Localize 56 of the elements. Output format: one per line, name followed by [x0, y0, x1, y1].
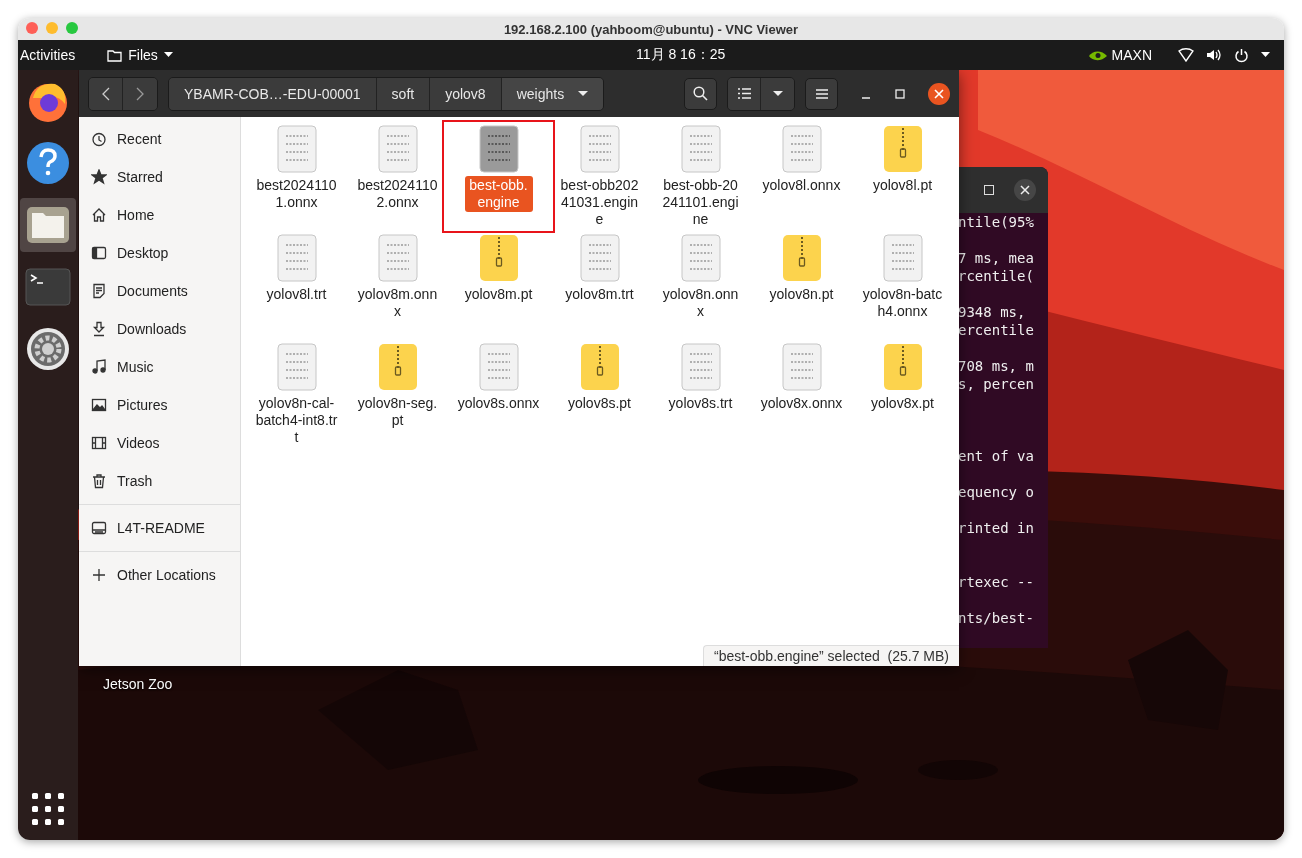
power-mode-indicator[interactable]: MAXN [1111, 47, 1152, 63]
path-segment[interactable]: soft [376, 77, 431, 110]
sidebar-item[interactable]: Home [79, 196, 240, 234]
file-name[interactable]: yolov8n.onnx [657, 285, 744, 321]
file-name[interactable]: yolov8m.onnx [354, 285, 441, 321]
path-segment[interactable]: yolov8 [430, 77, 502, 110]
sidebar-item[interactable]: Starred [79, 158, 240, 196]
path-segment[interactable]: YBAMR-COB…-EDU-00001 [169, 77, 377, 110]
terminal-line: 9348 ms, [958, 303, 1027, 321]
sidebar-item[interactable]: Documents [79, 272, 240, 310]
clock[interactable]: 11月 8 16：25 [636, 46, 726, 64]
sidebar-item[interactable]: Videos [79, 424, 240, 462]
file-name[interactable]: best20241102.onnx [354, 176, 441, 212]
terminal-line: ercentile [958, 321, 1035, 339]
file-name[interactable]: yolov8n-seg.pt [354, 394, 441, 430]
file-name[interactable]: yolov8n.pt [758, 285, 845, 304]
sidebar-item[interactable]: L4T-README [79, 509, 240, 547]
file-name[interactable]: yolov8x.pt [859, 394, 946, 413]
terminal-line: nts/best- [958, 609, 1035, 627]
terminal-line: 708 ms, m [958, 357, 1035, 375]
file-name[interactable]: yolov8m.trt [556, 285, 643, 304]
file-name[interactable]: best-obb-20241101.engine [657, 176, 744, 229]
file-name[interactable]: best20241101.onnx [253, 176, 340, 212]
terminal-line: rtexec -- [958, 573, 1035, 591]
sidebar-item[interactable]: Trash [79, 462, 240, 500]
terminal-line: rinted in [958, 519, 1035, 537]
file-name[interactable]: yolov8n-cal-batch4-int8.trt [253, 394, 340, 447]
terminal-line: rcentile( [958, 267, 1035, 285]
terminal-line: s, percen [958, 375, 1035, 393]
file-name[interactable]: yolov8s.onnx [455, 394, 542, 413]
desktop-icon-label[interactable]: Jetson Zoo [103, 676, 173, 692]
status-bar: “best-obb.engine” selected (25.7 MB) [703, 645, 959, 666]
file-name[interactable]: yolov8x.onnx [758, 394, 845, 413]
file-name[interactable]: yolov8m.pt [455, 285, 542, 304]
file-name[interactable]: best-obb20241031.engine [556, 176, 643, 229]
sidebar-item[interactable]: Music [79, 348, 240, 386]
terminal-line: ntile(95% [958, 213, 1035, 231]
terminal-line: 7 ms, mea [958, 249, 1035, 267]
path-segment[interactable]: weights [501, 77, 604, 110]
sidebar-item[interactable]: Other Locations [79, 556, 240, 594]
file-name[interactable]: best-obb.engine [464, 176, 533, 212]
file-name[interactable]: yolov8s.trt [657, 394, 744, 413]
file-name[interactable]: yolov8l.onnx [758, 176, 845, 195]
terminal-line: equency o [958, 483, 1035, 501]
sidebar-item[interactable]: Desktop [79, 234, 240, 272]
terminal-line: ent of va [958, 447, 1035, 465]
file-name[interactable]: yolov8l.trt [253, 285, 340, 304]
app-menu[interactable]: Files [107, 47, 173, 63]
activities-button[interactable]: Activities [20, 47, 76, 63]
file-name[interactable]: yolov8n-batch4.onnx [859, 285, 946, 321]
sidebar-item[interactable]: Recent [79, 120, 240, 158]
file-name[interactable]: yolov8s.pt [556, 394, 643, 413]
sidebar-item[interactable]: Downloads [79, 310, 240, 348]
sidebar-item[interactable]: Pictures [79, 386, 240, 424]
file-name[interactable]: yolov8l.pt [859, 176, 946, 195]
window-title: 192.168.2.100 (yahboom@ubuntu) - VNC Viewer [503, 21, 799, 37]
